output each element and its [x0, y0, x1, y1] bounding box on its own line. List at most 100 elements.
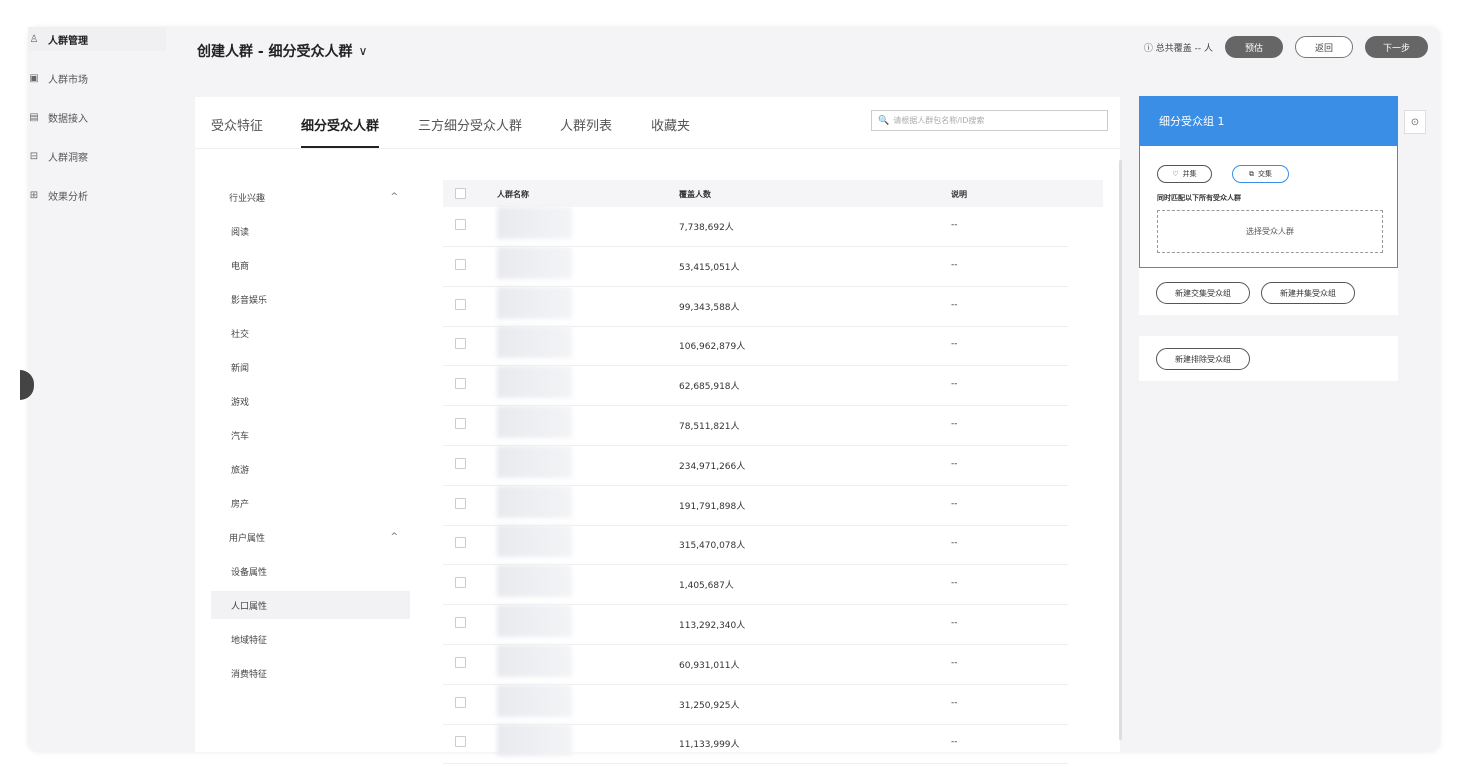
- intersect-label: 交集: [1258, 170, 1272, 178]
- description-cell: --: [951, 419, 958, 429]
- table-row[interactable]: 78,511,821人 --: [443, 406, 1068, 446]
- category-item[interactable]: 新闻: [211, 353, 410, 381]
- category-item[interactable]: 影音娱乐: [211, 285, 410, 313]
- category-label: 用户属性: [229, 533, 266, 544]
- search-icon: 🔍: [878, 115, 890, 126]
- next-step-button[interactable]: 下一步: [1364, 36, 1428, 58]
- column-header-desc[interactable]: 说明: [951, 189, 967, 200]
- select-audience-dropzone[interactable]: 选择受众人群: [1157, 210, 1383, 253]
- row-checkbox[interactable]: [455, 378, 466, 390]
- row-checkbox[interactable]: [455, 418, 466, 429]
- sidebar-item-0[interactable]: ♙ 人群管理: [28, 27, 166, 51]
- table-row[interactable]: 62,685,918人 --: [443, 366, 1068, 407]
- category-group[interactable]: 行业兴趣 ^: [211, 183, 410, 211]
- audience-group-box: ♡ 并集 ⧉ 交集 同时匹配以下所有受众人群 选择受众人群: [1139, 146, 1398, 268]
- info-icon: ⓘ: [1143, 43, 1153, 54]
- chevron-up-icon[interactable]: ^: [390, 192, 398, 202]
- union-button[interactable]: ♡ 并集: [1157, 165, 1212, 183]
- sidebar-item-4[interactable]: ⊞ 效果分析: [28, 183, 88, 207]
- back-button[interactable]: 返回: [1294, 36, 1353, 58]
- table-row[interactable]: 1,405,687人 --: [443, 565, 1068, 606]
- coverage-cell: 31,250,925人: [679, 700, 740, 711]
- category-group[interactable]: 用户属性 ^: [211, 523, 410, 551]
- table-row[interactable]: 113,292,340人 --: [443, 605, 1068, 645]
- estimate-button[interactable]: 预估: [1224, 36, 1283, 58]
- category-item[interactable]: 汽车: [211, 421, 410, 449]
- sidebar-item-1[interactable]: ▣ 人群市场: [28, 66, 88, 90]
- tab-1[interactable]: 细分受众人群: [301, 115, 380, 148]
- category-item[interactable]: 地域特征: [211, 625, 410, 653]
- blurred-audience-name: [497, 485, 572, 518]
- table-row[interactable]: 31,250,925人 --: [443, 684, 1068, 725]
- table-row[interactable]: 53,415,051人 --: [443, 246, 1068, 287]
- category-label: 游戏: [231, 397, 250, 408]
- category-label: 电商: [231, 261, 250, 272]
- row-checkbox[interactable]: [455, 577, 466, 589]
- coverage-cell: 11,133,999人: [679, 740, 740, 751]
- sidebar-item-2[interactable]: ▤ 数据接入: [28, 105, 88, 129]
- coverage-cell: 78,511,821人: [679, 422, 740, 432]
- coverage-summary: ⓘ 总共覆盖 -- 人: [1144, 41, 1213, 54]
- category-item[interactable]: 社交: [211, 319, 410, 347]
- sidebar-item-3[interactable]: ⊟ 人群洞察: [28, 144, 88, 168]
- chevron-up-icon[interactable]: ^: [390, 532, 398, 542]
- row-checkbox[interactable]: [455, 656, 466, 668]
- table-row[interactable]: 7,738,692人 --: [443, 207, 1068, 247]
- table-row[interactable]: 106,962,879人 --: [443, 326, 1068, 367]
- category-label: 阅读: [231, 227, 250, 238]
- coverage-cell: 99,343,588人: [679, 302, 740, 313]
- table-row[interactable]: 315,470,078人 --: [443, 525, 1068, 566]
- category-item[interactable]: 房产: [211, 489, 410, 517]
- tab-3[interactable]: 人群列表: [560, 115, 612, 134]
- coverage-cell: 60,931,011人: [679, 660, 740, 671]
- chevron-down-icon[interactable]: ∨: [359, 44, 368, 58]
- category-label: 设备属性: [231, 567, 268, 578]
- table-row[interactable]: 60,931,011人 --: [443, 644, 1068, 685]
- table-row[interactable]: 191,791,898人 --: [443, 485, 1068, 526]
- table-row[interactable]: 99,343,588人 --: [443, 286, 1068, 327]
- category-item[interactable]: 人口属性: [211, 591, 410, 619]
- table-row[interactable]: 234,971,266人 --: [443, 445, 1068, 486]
- tab-0[interactable]: 受众特征: [211, 115, 263, 134]
- table-row[interactable]: 11,133,999人 --: [443, 724, 1068, 765]
- main-panel: 受众特征 细分受众人群 三方细分受众人群 人群列表 收藏夹 🔍 请根据人群包名称/ID搜…: [195, 97, 1120, 765]
- data-import-icon: ▤: [29, 111, 39, 123]
- new-exclude-group-button[interactable]: 新建排除受众组: [1156, 348, 1250, 370]
- row-checkbox[interactable]: [455, 497, 466, 509]
- select-all-checkbox[interactable]: [455, 188, 466, 199]
- description-cell: --: [951, 259, 958, 270]
- category-item[interactable]: 设备属性: [211, 557, 410, 585]
- row-checkbox[interactable]: [455, 617, 466, 628]
- category-item[interactable]: 阅读: [211, 217, 410, 245]
- column-header-coverage[interactable]: 覆盖人数: [679, 189, 711, 200]
- row-checkbox[interactable]: [455, 736, 466, 748]
- tab-2[interactable]: 三方细分受众人群: [418, 115, 522, 134]
- row-checkbox[interactable]: [455, 457, 466, 469]
- category-item[interactable]: 游戏: [211, 387, 410, 415]
- row-checkbox[interactable]: [455, 219, 466, 230]
- category-item[interactable]: 消费特征: [211, 659, 410, 687]
- new-intersect-group-button[interactable]: 新建交集受众组: [1156, 282, 1250, 304]
- category-label: 影音娱乐: [231, 295, 268, 306]
- category-item[interactable]: 旅游: [211, 455, 410, 483]
- vertical-scrollbar[interactable]: [1119, 160, 1122, 740]
- row-checkbox[interactable]: [455, 537, 466, 549]
- category-label: 人口属性: [231, 601, 268, 612]
- row-checkbox[interactable]: [455, 696, 466, 708]
- new-union-group-button[interactable]: 新建并集受众组: [1261, 282, 1355, 304]
- category-label: 行业兴趣: [229, 193, 266, 204]
- category-item[interactable]: 电商: [211, 251, 410, 279]
- row-checkbox[interactable]: [455, 338, 466, 350]
- description-cell: --: [951, 578, 958, 589]
- description-cell: --: [951, 697, 958, 708]
- row-checkbox[interactable]: [455, 298, 466, 310]
- row-checkbox[interactable]: [455, 258, 466, 270]
- search-input[interactable]: 🔍 请根据人群包名称/ID搜索: [871, 110, 1108, 131]
- intersect-icon: ⧉: [1249, 169, 1254, 178]
- page-title[interactable]: 创建人群 - 细分受众人群 ∨: [197, 41, 367, 61]
- intersect-button[interactable]: ⧉ 交集: [1232, 165, 1289, 183]
- collapse-panel-icon[interactable]: ⊙: [1404, 110, 1426, 134]
- blurred-audience-name: [497, 246, 572, 279]
- column-header-name[interactable]: 人群名称: [497, 189, 529, 200]
- tab-4[interactable]: 收藏夹: [651, 115, 690, 134]
